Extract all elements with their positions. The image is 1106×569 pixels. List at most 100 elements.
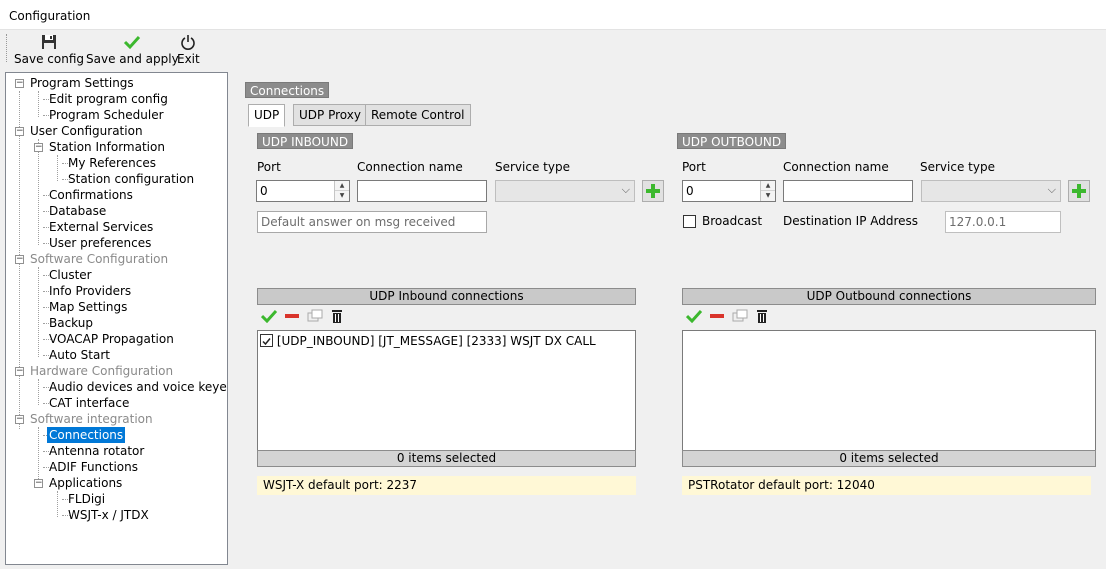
inbound-connection-name-input[interactable]: [357, 180, 487, 202]
window-title-text: Configuration: [9, 9, 91, 23]
save-and-apply-button[interactable]: Save and apply: [86, 34, 179, 66]
tree-item-map-settings[interactable]: Map Settings: [47, 299, 129, 315]
outbound-list-footer: 0 items selected: [682, 450, 1096, 467]
list-item-checkbox[interactable]: [260, 334, 273, 347]
default-answer-input[interactable]: Default answer on msg received: [257, 211, 487, 233]
outbound-connection-name-label: Connection name: [783, 160, 889, 174]
tree-item-audio-devices[interactable]: Audio devices and voice keyer: [47, 379, 227, 395]
tree-item-user-configuration[interactable]: User Configuration: [28, 123, 145, 139]
chevron-down-icon: ⌵: [621, 183, 630, 196]
enable-check-icon[interactable]: [685, 309, 703, 326]
spin-up-icon[interactable]: ▲: [761, 181, 775, 191]
outbound-service-type-select[interactable]: ⌵: [921, 180, 1061, 202]
plus-icon: [646, 184, 660, 198]
udp-inbound-title: UDP INBOUND: [257, 133, 354, 149]
tree-line: [57, 491, 58, 517]
tree-item-software-configuration[interactable]: Software Configuration: [28, 251, 170, 267]
list-item[interactable]: [UDP_INBOUND] [JT_MESSAGE] [2333] WSJT D…: [260, 333, 596, 349]
inbound-port-label: Port: [257, 160, 281, 174]
outbound-connection-name-input[interactable]: [783, 180, 913, 202]
collapse-toggle-icon[interactable]: −: [34, 143, 43, 152]
tree-item-software-integration[interactable]: Software integration: [28, 411, 155, 427]
tree-item-database[interactable]: Database: [47, 203, 108, 219]
tree-item-applications[interactable]: Applications: [47, 475, 124, 491]
check-icon: [86, 34, 179, 52]
tree-item-adif-functions[interactable]: ADIF Functions: [47, 459, 140, 475]
trash-icon[interactable]: [331, 309, 343, 326]
tree-item-fldigi[interactable]: FLDigi: [66, 491, 107, 507]
exit-label: Exit: [177, 52, 200, 66]
tree-item-confirmations[interactable]: Confirmations: [47, 187, 135, 203]
tab-udp[interactable]: UDP: [248, 104, 286, 127]
tree-item-hardware-configuration[interactable]: Hardware Configuration: [28, 363, 175, 379]
exit-button[interactable]: Exit: [177, 34, 200, 66]
tree-item-wsjtx[interactable]: WSJT-x / JTDX: [66, 507, 151, 523]
tree-item-cat-interface[interactable]: CAT interface: [47, 395, 131, 411]
inbound-port-value: 0: [260, 184, 268, 198]
collapse-toggle-icon[interactable]: −: [15, 127, 24, 136]
list-item-label: [UDP_INBOUND] [JT_MESSAGE] [2333] WSJT D…: [276, 334, 596, 348]
collapse-toggle-icon[interactable]: −: [15, 79, 24, 88]
save-config-button[interactable]: Save config: [14, 34, 84, 66]
tree-item-backup[interactable]: Backup: [47, 315, 95, 331]
outbound-port-spinner[interactable]: ▲ ▼: [760, 181, 775, 201]
tree-item-voacap[interactable]: VOACAP Propagation: [47, 331, 176, 347]
tree-item-auto-start[interactable]: Auto Start: [47, 347, 112, 363]
collapse-toggle-icon[interactable]: −: [34, 479, 43, 488]
inbound-connection-name-label: Connection name: [357, 160, 463, 174]
enable-check-icon[interactable]: [260, 309, 278, 326]
tree-item-program-settings[interactable]: Program Settings: [28, 75, 136, 91]
tree-item-external-services[interactable]: External Services: [47, 219, 155, 235]
collapse-toggle-icon[interactable]: −: [15, 367, 24, 376]
settings-tree[interactable]: − − − − − − − Program Settings Edit prog…: [5, 72, 228, 565]
inbound-port-input[interactable]: 0 ▲ ▼: [256, 180, 350, 202]
outbound-add-button[interactable]: [1068, 180, 1090, 202]
tree-item-connections[interactable]: Connections: [47, 427, 126, 443]
inbound-list-header: UDP Inbound connections: [257, 288, 636, 305]
tree-line: [57, 155, 58, 181]
inbound-connections-list[interactable]: [UDP_INBOUND] [JT_MESSAGE] [2333] WSJT D…: [257, 330, 636, 451]
tree-line: [38, 427, 39, 485]
window-title: Configuration: [0, 0, 1106, 30]
outbound-port-input[interactable]: 0 ▲ ▼: [682, 180, 776, 202]
tree-item-info-providers[interactable]: Info Providers: [47, 283, 133, 299]
udp-outbound-title: UDP OUTBOUND: [677, 133, 787, 149]
tree-item-cluster[interactable]: Cluster: [47, 267, 94, 283]
tab-udp-proxy[interactable]: UDP Proxy: [293, 104, 367, 126]
outbound-port-value: 0: [686, 184, 694, 198]
broadcast-checkbox[interactable]: [683, 215, 696, 228]
spin-down-icon[interactable]: ▼: [761, 191, 775, 201]
destination-ip-input[interactable]: 127.0.0.1: [945, 211, 1061, 233]
outbound-connections-list[interactable]: [682, 330, 1096, 451]
tree-item-station-configuration[interactable]: Station configuration: [66, 171, 196, 187]
power-icon: [177, 34, 200, 52]
section-title: Connections: [245, 82, 330, 98]
tree-item-station-information[interactable]: Station Information: [47, 139, 167, 155]
outbound-list-header: UDP Outbound connections: [682, 288, 1096, 305]
inbound-port-spinner[interactable]: ▲ ▼: [334, 181, 349, 201]
spin-up-icon[interactable]: ▲: [335, 181, 349, 191]
tab-remote-control[interactable]: Remote Control: [365, 104, 471, 126]
outbound-port-label: Port: [682, 160, 706, 174]
inbound-add-button[interactable]: [642, 180, 664, 202]
inbound-service-type-label: Service type: [495, 160, 570, 174]
remove-minus-icon[interactable]: [709, 309, 725, 326]
inbound-service-type-select[interactable]: ⌵: [495, 180, 635, 202]
trash-icon[interactable]: [756, 309, 768, 326]
tree-item-antenna-rotator[interactable]: Antenna rotator: [47, 443, 146, 459]
tree-line: [38, 139, 39, 245]
outbound-list-toolbar: [682, 306, 1096, 328]
tree-item-program-scheduler[interactable]: Program Scheduler: [47, 107, 166, 123]
tree-item-user-preferences[interactable]: User preferences: [47, 235, 153, 251]
remove-minus-icon[interactable]: [284, 309, 300, 326]
toolbar-grip: [6, 34, 7, 62]
save-and-apply-label: Save and apply: [86, 52, 179, 66]
spin-down-icon[interactable]: ▼: [335, 191, 349, 201]
collapse-toggle-icon[interactable]: −: [15, 255, 24, 264]
chevron-down-icon: ⌵: [1047, 183, 1056, 196]
tree-item-my-references[interactable]: My References: [66, 155, 158, 171]
collapse-toggle-icon[interactable]: −: [15, 415, 24, 424]
duplicate-copy-icon[interactable]: [732, 309, 748, 326]
duplicate-copy-icon[interactable]: [307, 309, 323, 326]
tree-item-edit-program-config[interactable]: Edit program config: [47, 91, 170, 107]
